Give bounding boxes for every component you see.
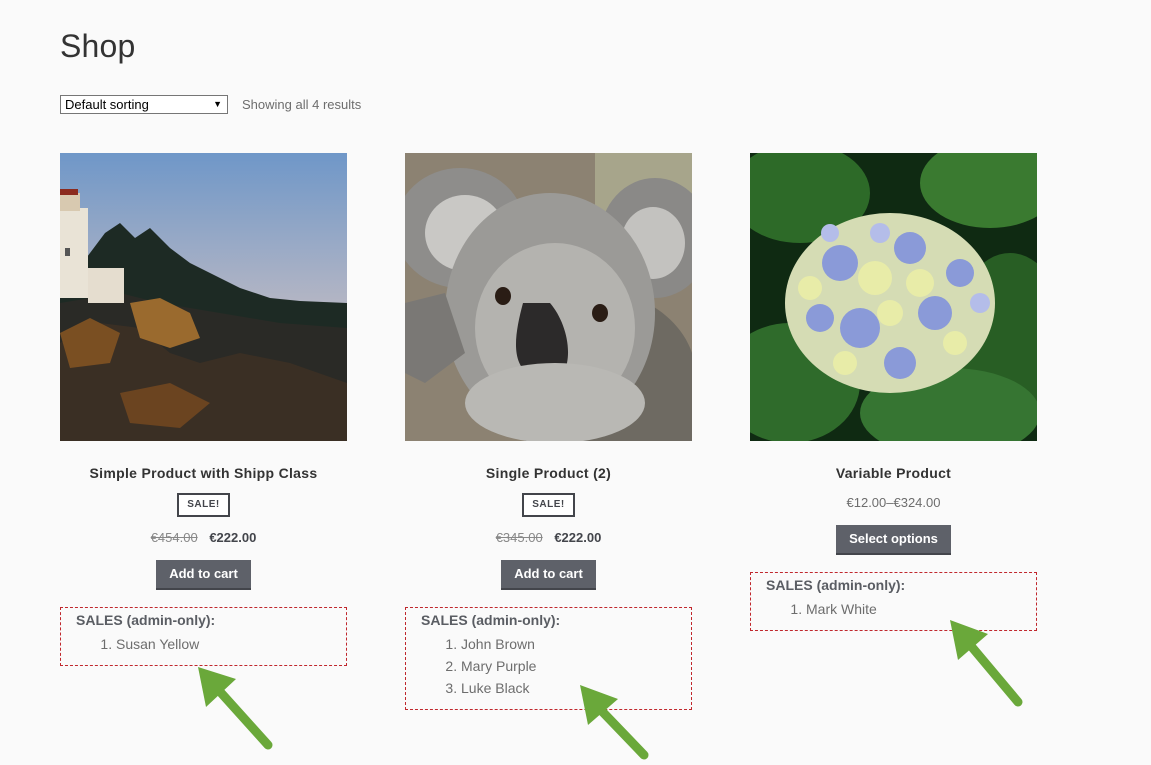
product-price: €345.00 €222.00 [405, 530, 692, 546]
product-image[interactable] [405, 153, 692, 441]
list-item: Susan Yellow [116, 633, 346, 655]
annotation-arrow-icon [198, 667, 273, 750]
sales-list: Susan Yellow [76, 633, 346, 655]
old-price: €454.00 [150, 530, 198, 545]
list-item: Mary Purple [461, 655, 691, 677]
sorting-select[interactable]: Default sorting ▼ [60, 95, 228, 114]
list-item: John Brown [461, 633, 691, 655]
sales-title: SALES (admin-only): [76, 612, 216, 628]
annotation-arrow-icon [580, 685, 649, 760]
annotation-arrow-icon [950, 620, 1023, 707]
add-to-cart-button[interactable]: Add to cart [156, 560, 251, 590]
product-price: €454.00 €222.00 [60, 530, 347, 546]
product-price-range: €12.00–€324.00 [846, 495, 941, 510]
sorting-selected-value: Default sorting [65, 97, 149, 112]
select-options-button[interactable]: Select options [836, 525, 951, 555]
results-count: Showing all 4 results [242, 97, 362, 112]
product-card: Single Product (2) SALE! €345.00 €222.00… [405, 153, 692, 710]
product-image[interactable] [60, 153, 347, 441]
product-title[interactable]: Single Product (2) [405, 465, 692, 481]
product-title[interactable]: Simple Product with Shipp Class [60, 465, 347, 481]
sales-title: SALES (admin-only): [421, 612, 561, 628]
hydrangea-image [750, 153, 1037, 441]
lighthouse-coast-image [60, 153, 347, 441]
page-title: Shop [60, 28, 136, 64]
add-to-cart-button[interactable]: Add to cart [501, 560, 596, 590]
product-card: Simple Product with Shipp Class SALE! €4… [60, 153, 347, 666]
sale-price: €222.00 [209, 530, 257, 545]
sale-badge: SALE! [522, 493, 575, 517]
product-title[interactable]: Variable Product [750, 465, 1037, 481]
old-price: €345.00 [495, 530, 543, 545]
product-image[interactable] [750, 153, 1037, 441]
product-card: Variable Product €12.00–€324.00 Select o… [750, 153, 1037, 631]
chevron-down-icon: ▼ [213, 99, 222, 109]
sale-badge: SALE! [177, 493, 230, 517]
sales-title: SALES (admin-only): [766, 577, 906, 593]
koala-image [405, 153, 692, 441]
sale-price: €222.00 [554, 530, 602, 545]
